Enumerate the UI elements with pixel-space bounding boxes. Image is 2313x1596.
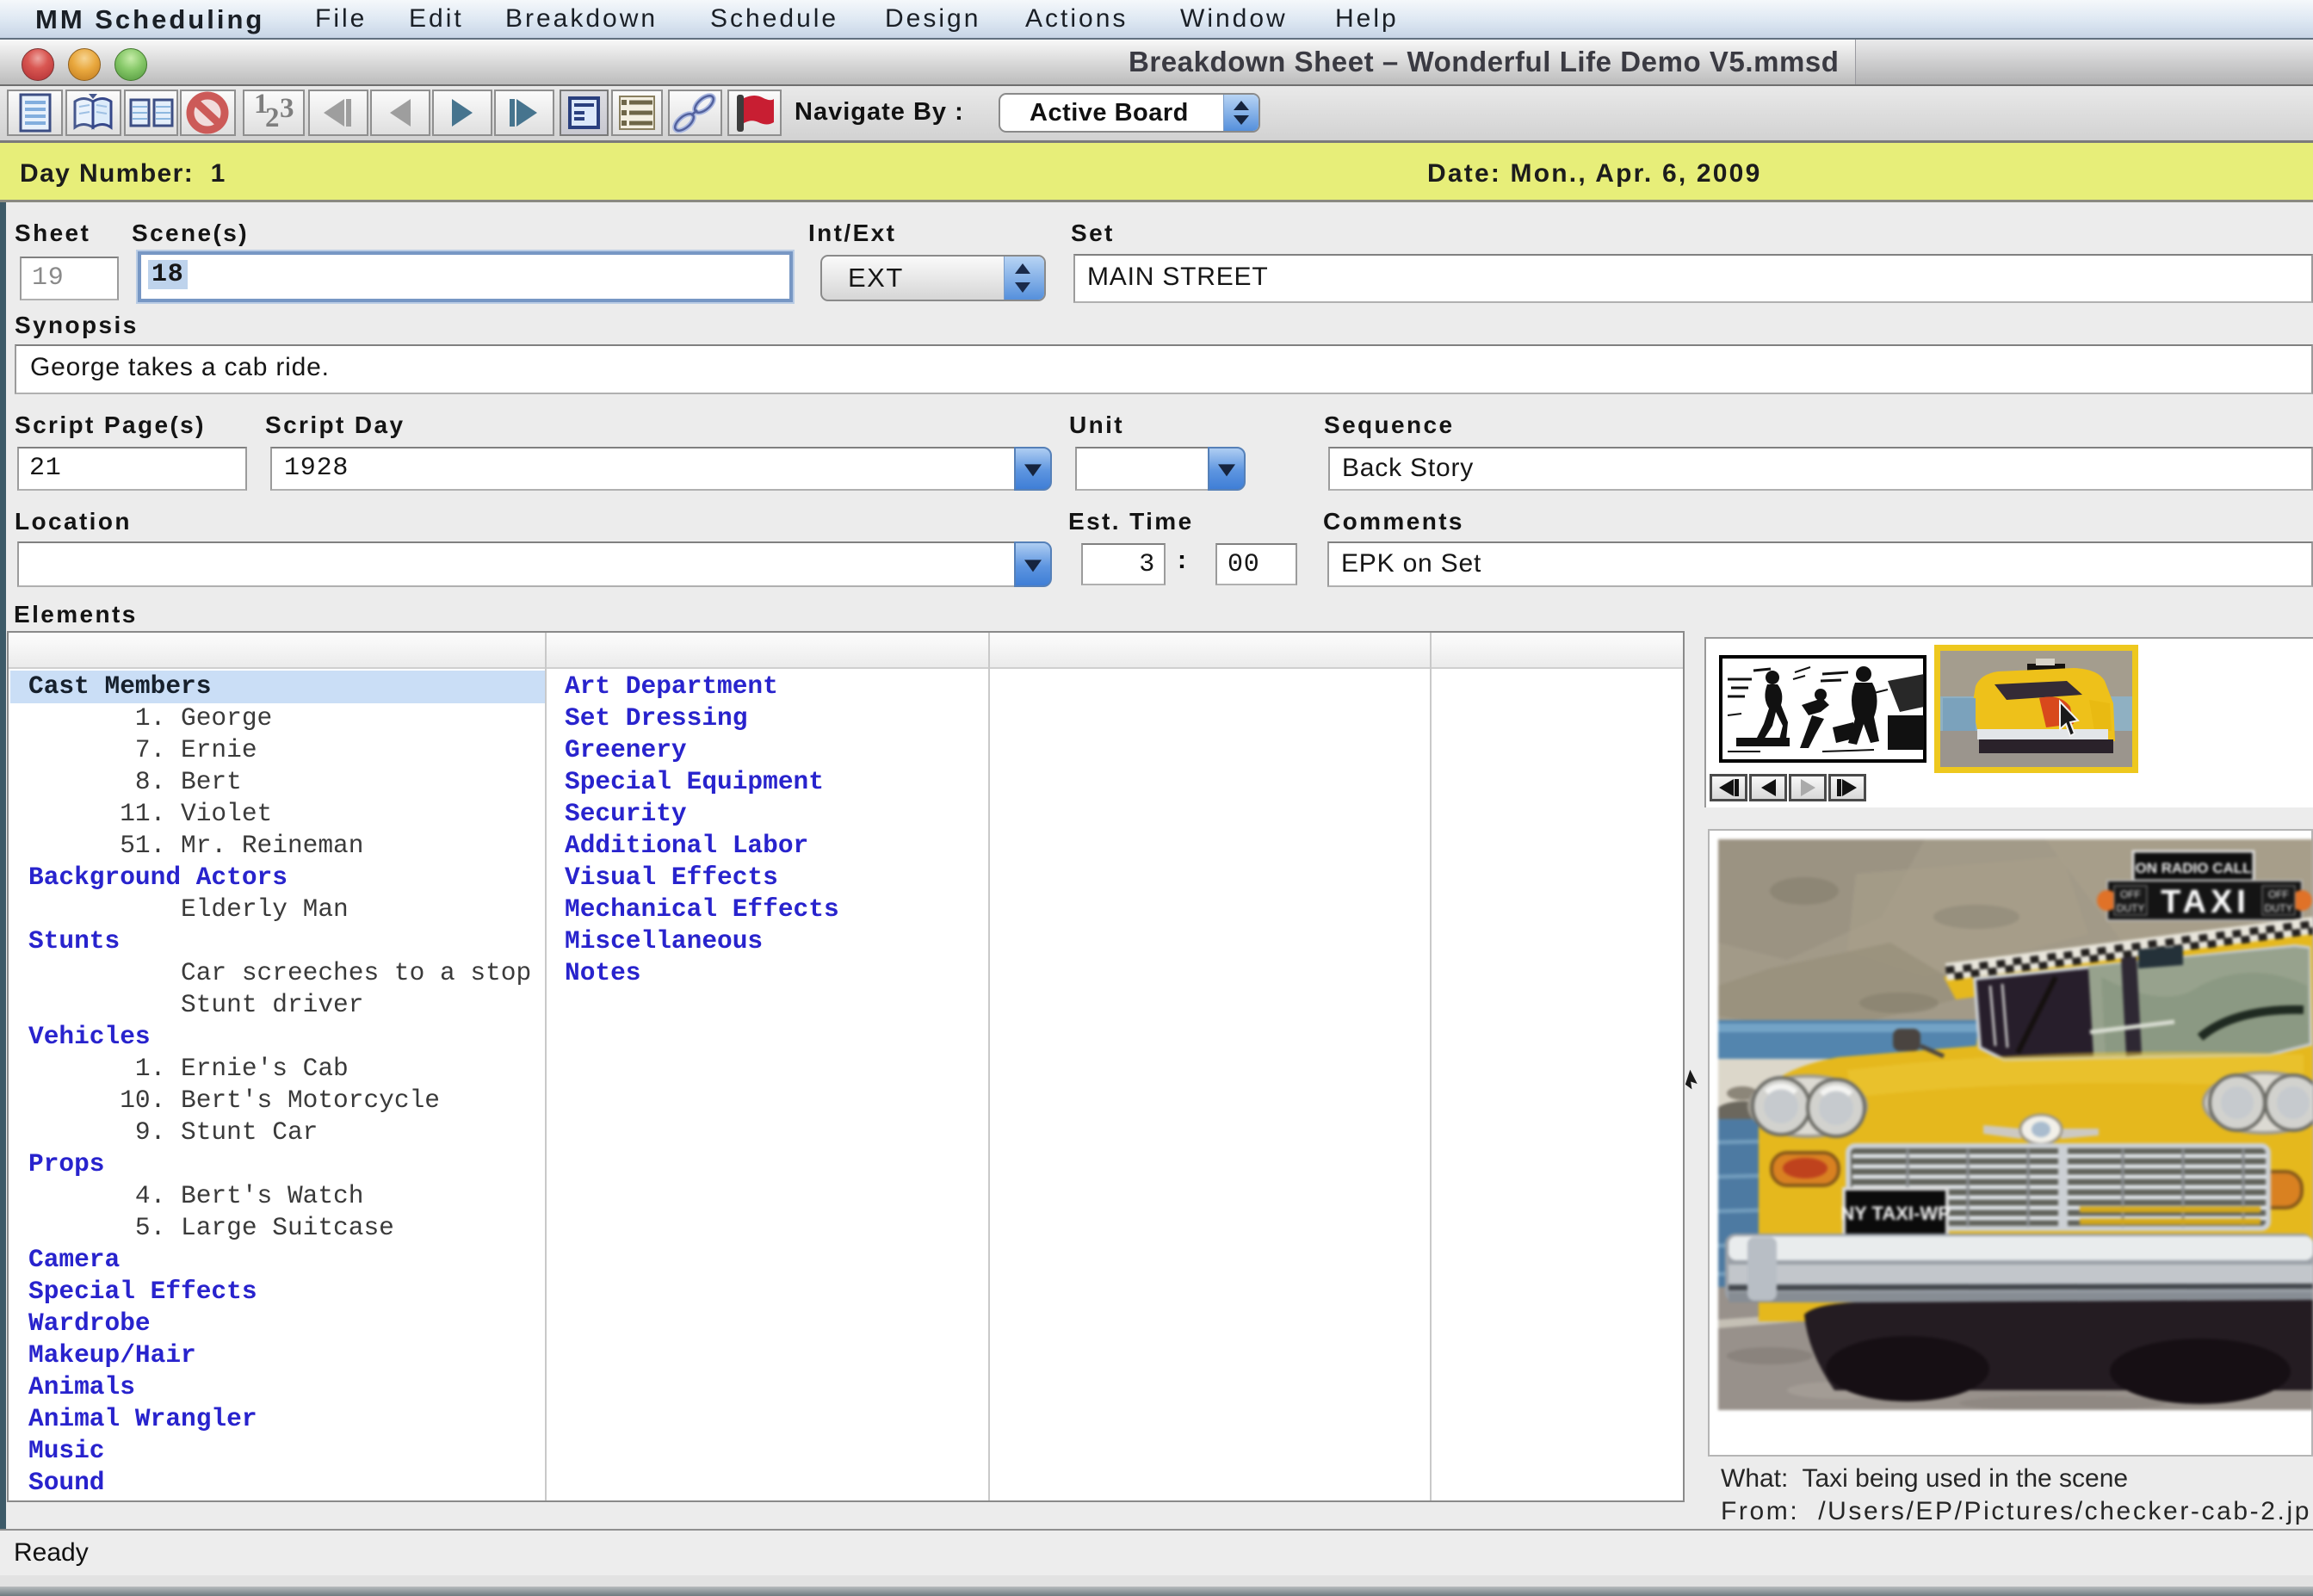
svg-text:OFF: OFF [2120,888,2141,900]
svg-text:OFF: OFF [2268,888,2289,900]
svg-text:ON RADIO CALL: ON RADIO CALL [2135,860,2251,876]
svg-text:NY TAXI-WP: NY TAXI-WP [1840,1203,1951,1224]
svg-text:TAXI: TAXI [2161,884,2250,920]
svg-text:DUTY: DUTY [2265,902,2293,914]
svg-text:DUTY: DUTY [2117,902,2145,914]
